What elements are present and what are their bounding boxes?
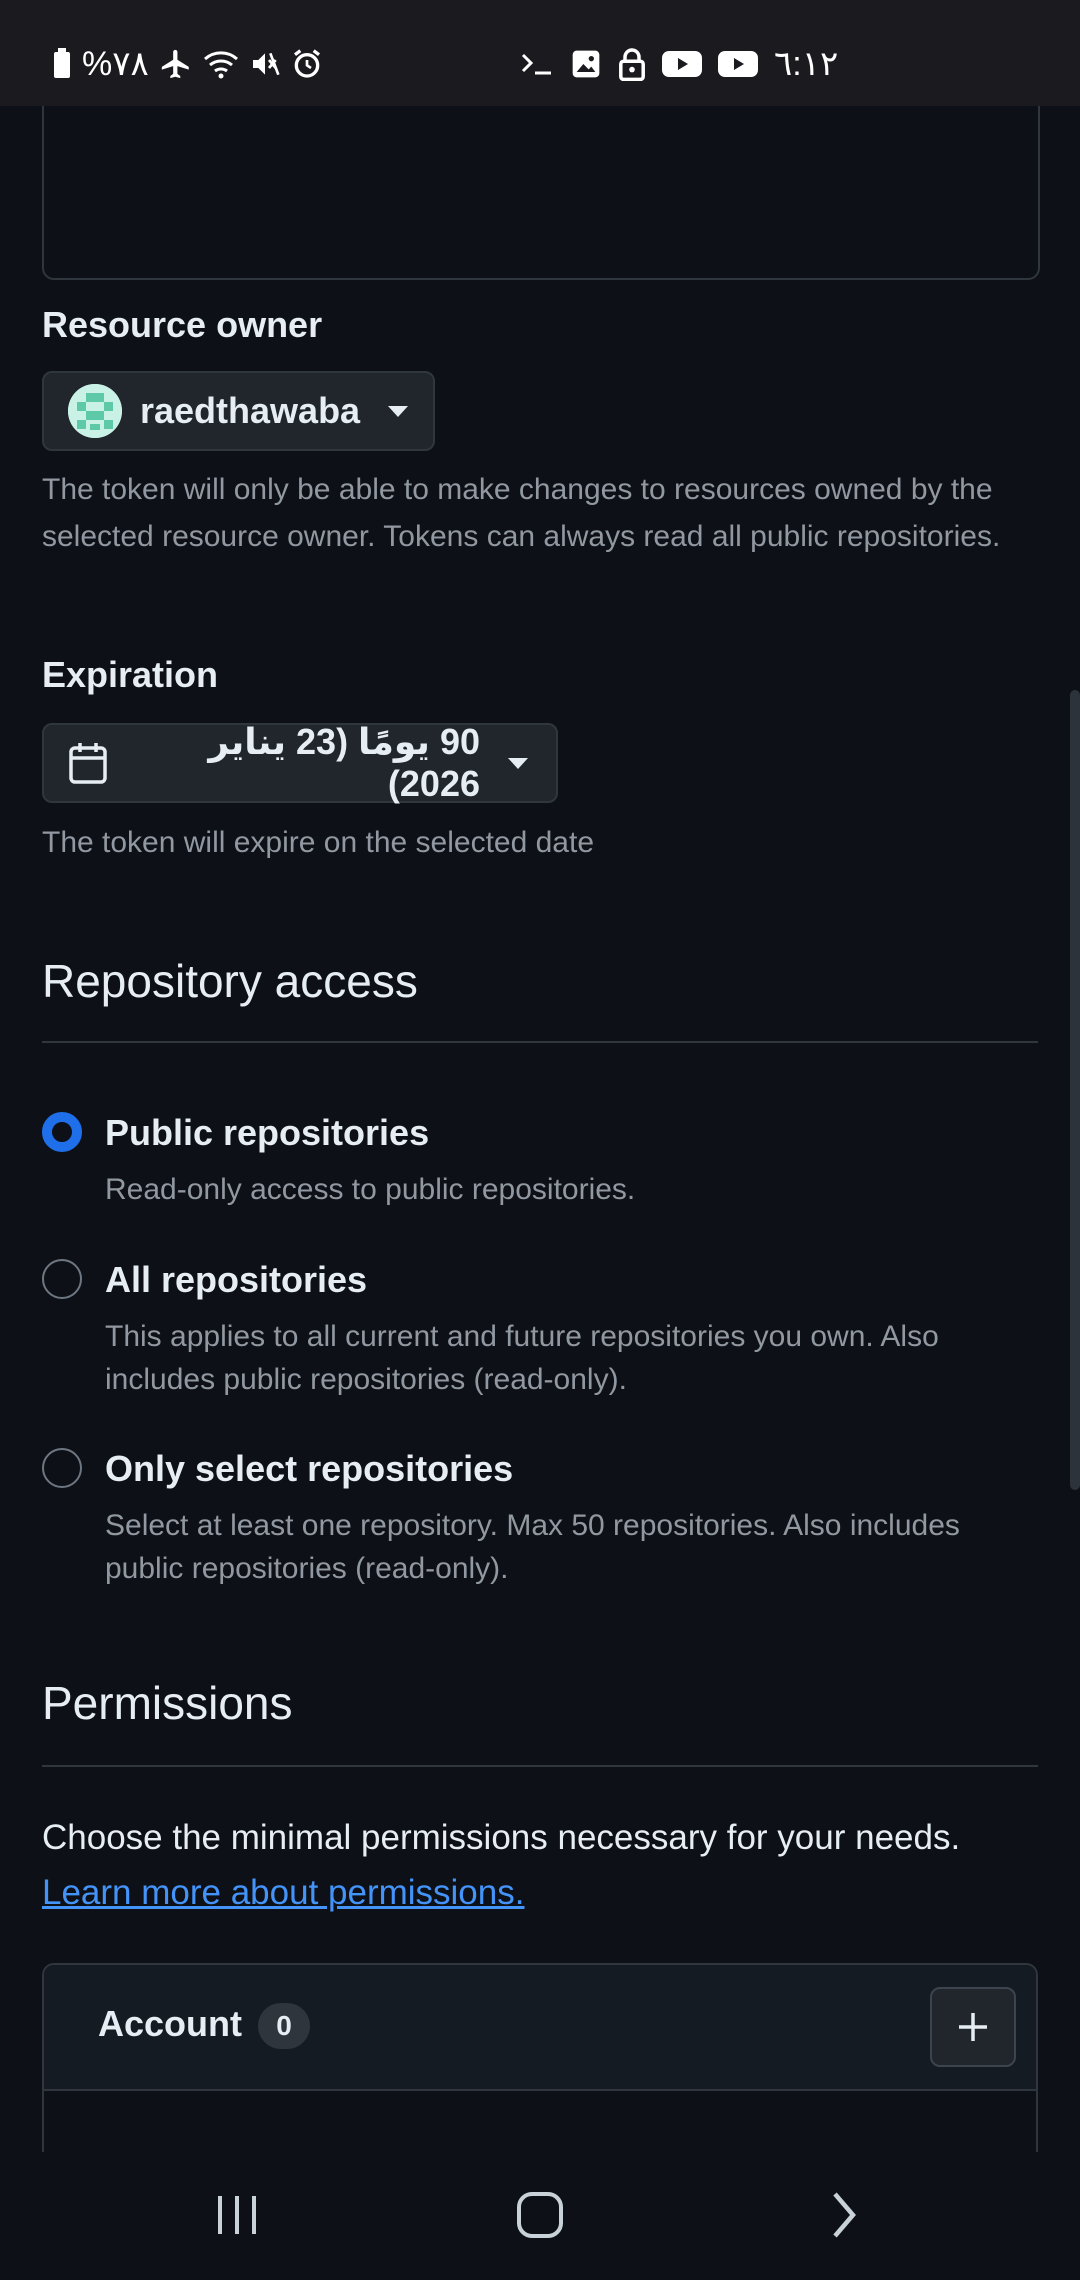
option-title-select[interactable]: Only select repositories — [105, 1448, 513, 1490]
expiration-dropdown[interactable]: 90 يومًا (23 يناير 2026) — [42, 721, 558, 804]
option-desc-select: Select at least one repository. Max 50 r… — [105, 1509, 960, 1585]
page-content[interactable]: Resource owner raedthawaba The token wil… — [0, 106, 1080, 2152]
permissions-intro-text: Choose the minimal permissions necessary… — [42, 1818, 961, 1857]
option-title-all[interactable]: All repositories — [105, 1259, 367, 1301]
chevron-right-icon — [833, 2192, 856, 2238]
option-desc-all: This applies to all current and future r… — [105, 1320, 939, 1396]
radio-only-select-repositories[interactable] — [42, 1448, 82, 1488]
youtube-icon — [718, 49, 758, 79]
status-bar: %٧٨ ٦:١٢ — [0, 0, 1080, 106]
recent-apps-button[interactable] — [192, 2180, 282, 2250]
count-badge: 0 — [258, 2003, 310, 2049]
option-desc-public: Read-only access to public repositories. — [105, 1173, 636, 1206]
lock-icon — [618, 47, 646, 81]
screen: %٧٨ ٦:١٢ Resource owner raedthawaba The … — [0, 0, 1080, 2280]
status-center: ٦:١٢ — [520, 44, 838, 84]
radio-all-repositories[interactable] — [42, 1259, 82, 1299]
calendar-icon — [68, 741, 108, 785]
radio-public-repositories[interactable] — [42, 1112, 82, 1152]
permissions-intro: Choose the minimal permissions necessary… — [42, 1810, 1052, 1920]
account-permissions-panel: Account 0 — [42, 1963, 1038, 2152]
divider — [42, 1765, 1038, 1767]
battery-percent: %٧٨ — [82, 45, 149, 83]
account-panel-header: Account 0 — [44, 1965, 1036, 2091]
avatar — [68, 384, 122, 438]
resource-owner-dropdown[interactable]: raedthawaba — [42, 371, 435, 451]
terminal-icon — [520, 49, 554, 79]
add-account-permission-button[interactable] — [930, 1987, 1016, 2067]
expiration-label: Expiration — [42, 654, 219, 695]
mute-icon — [249, 48, 281, 80]
resource-owner-value: raedthawaba — [140, 390, 361, 431]
home-button[interactable] — [495, 2180, 585, 2250]
account-title: Account — [98, 2003, 242, 2044]
permissions-title: Permissions — [42, 1677, 293, 1729]
scrollbar[interactable] — [1070, 690, 1080, 1490]
status-left: %٧٨ — [52, 44, 323, 84]
navigation-bar — [0, 2152, 1080, 2280]
recent-apps-icon — [218, 2196, 256, 2234]
resource-owner-help: The token will only be able to make chan… — [42, 473, 1001, 553]
wifi-icon — [203, 49, 239, 79]
divider — [42, 1041, 1038, 1043]
airplane-icon — [159, 47, 193, 81]
home-icon — [517, 2192, 563, 2238]
gallery-icon — [570, 48, 602, 80]
status-time: ٦:١٢ — [774, 45, 839, 83]
battery-icon — [52, 48, 72, 80]
learn-more-permissions-link[interactable]: Learn more about permissions. — [42, 1873, 524, 1912]
chevron-down-icon — [388, 405, 409, 417]
expiration-value: 90 يومًا (23 يناير 2026) — [208, 721, 480, 804]
chevron-down-icon — [508, 757, 528, 769]
resource-owner-label: Resource owner — [42, 304, 323, 345]
repository-access-title: Repository access — [42, 955, 418, 1007]
youtube-icon — [662, 49, 702, 79]
plus-icon — [959, 2013, 987, 2041]
option-title-public[interactable]: Public repositories — [105, 1112, 429, 1154]
back-button[interactable] — [798, 2180, 888, 2250]
alarm-icon — [291, 48, 323, 80]
expiration-help: The token will expire on the selected da… — [42, 826, 594, 859]
description-textarea[interactable] — [42, 106, 1040, 280]
